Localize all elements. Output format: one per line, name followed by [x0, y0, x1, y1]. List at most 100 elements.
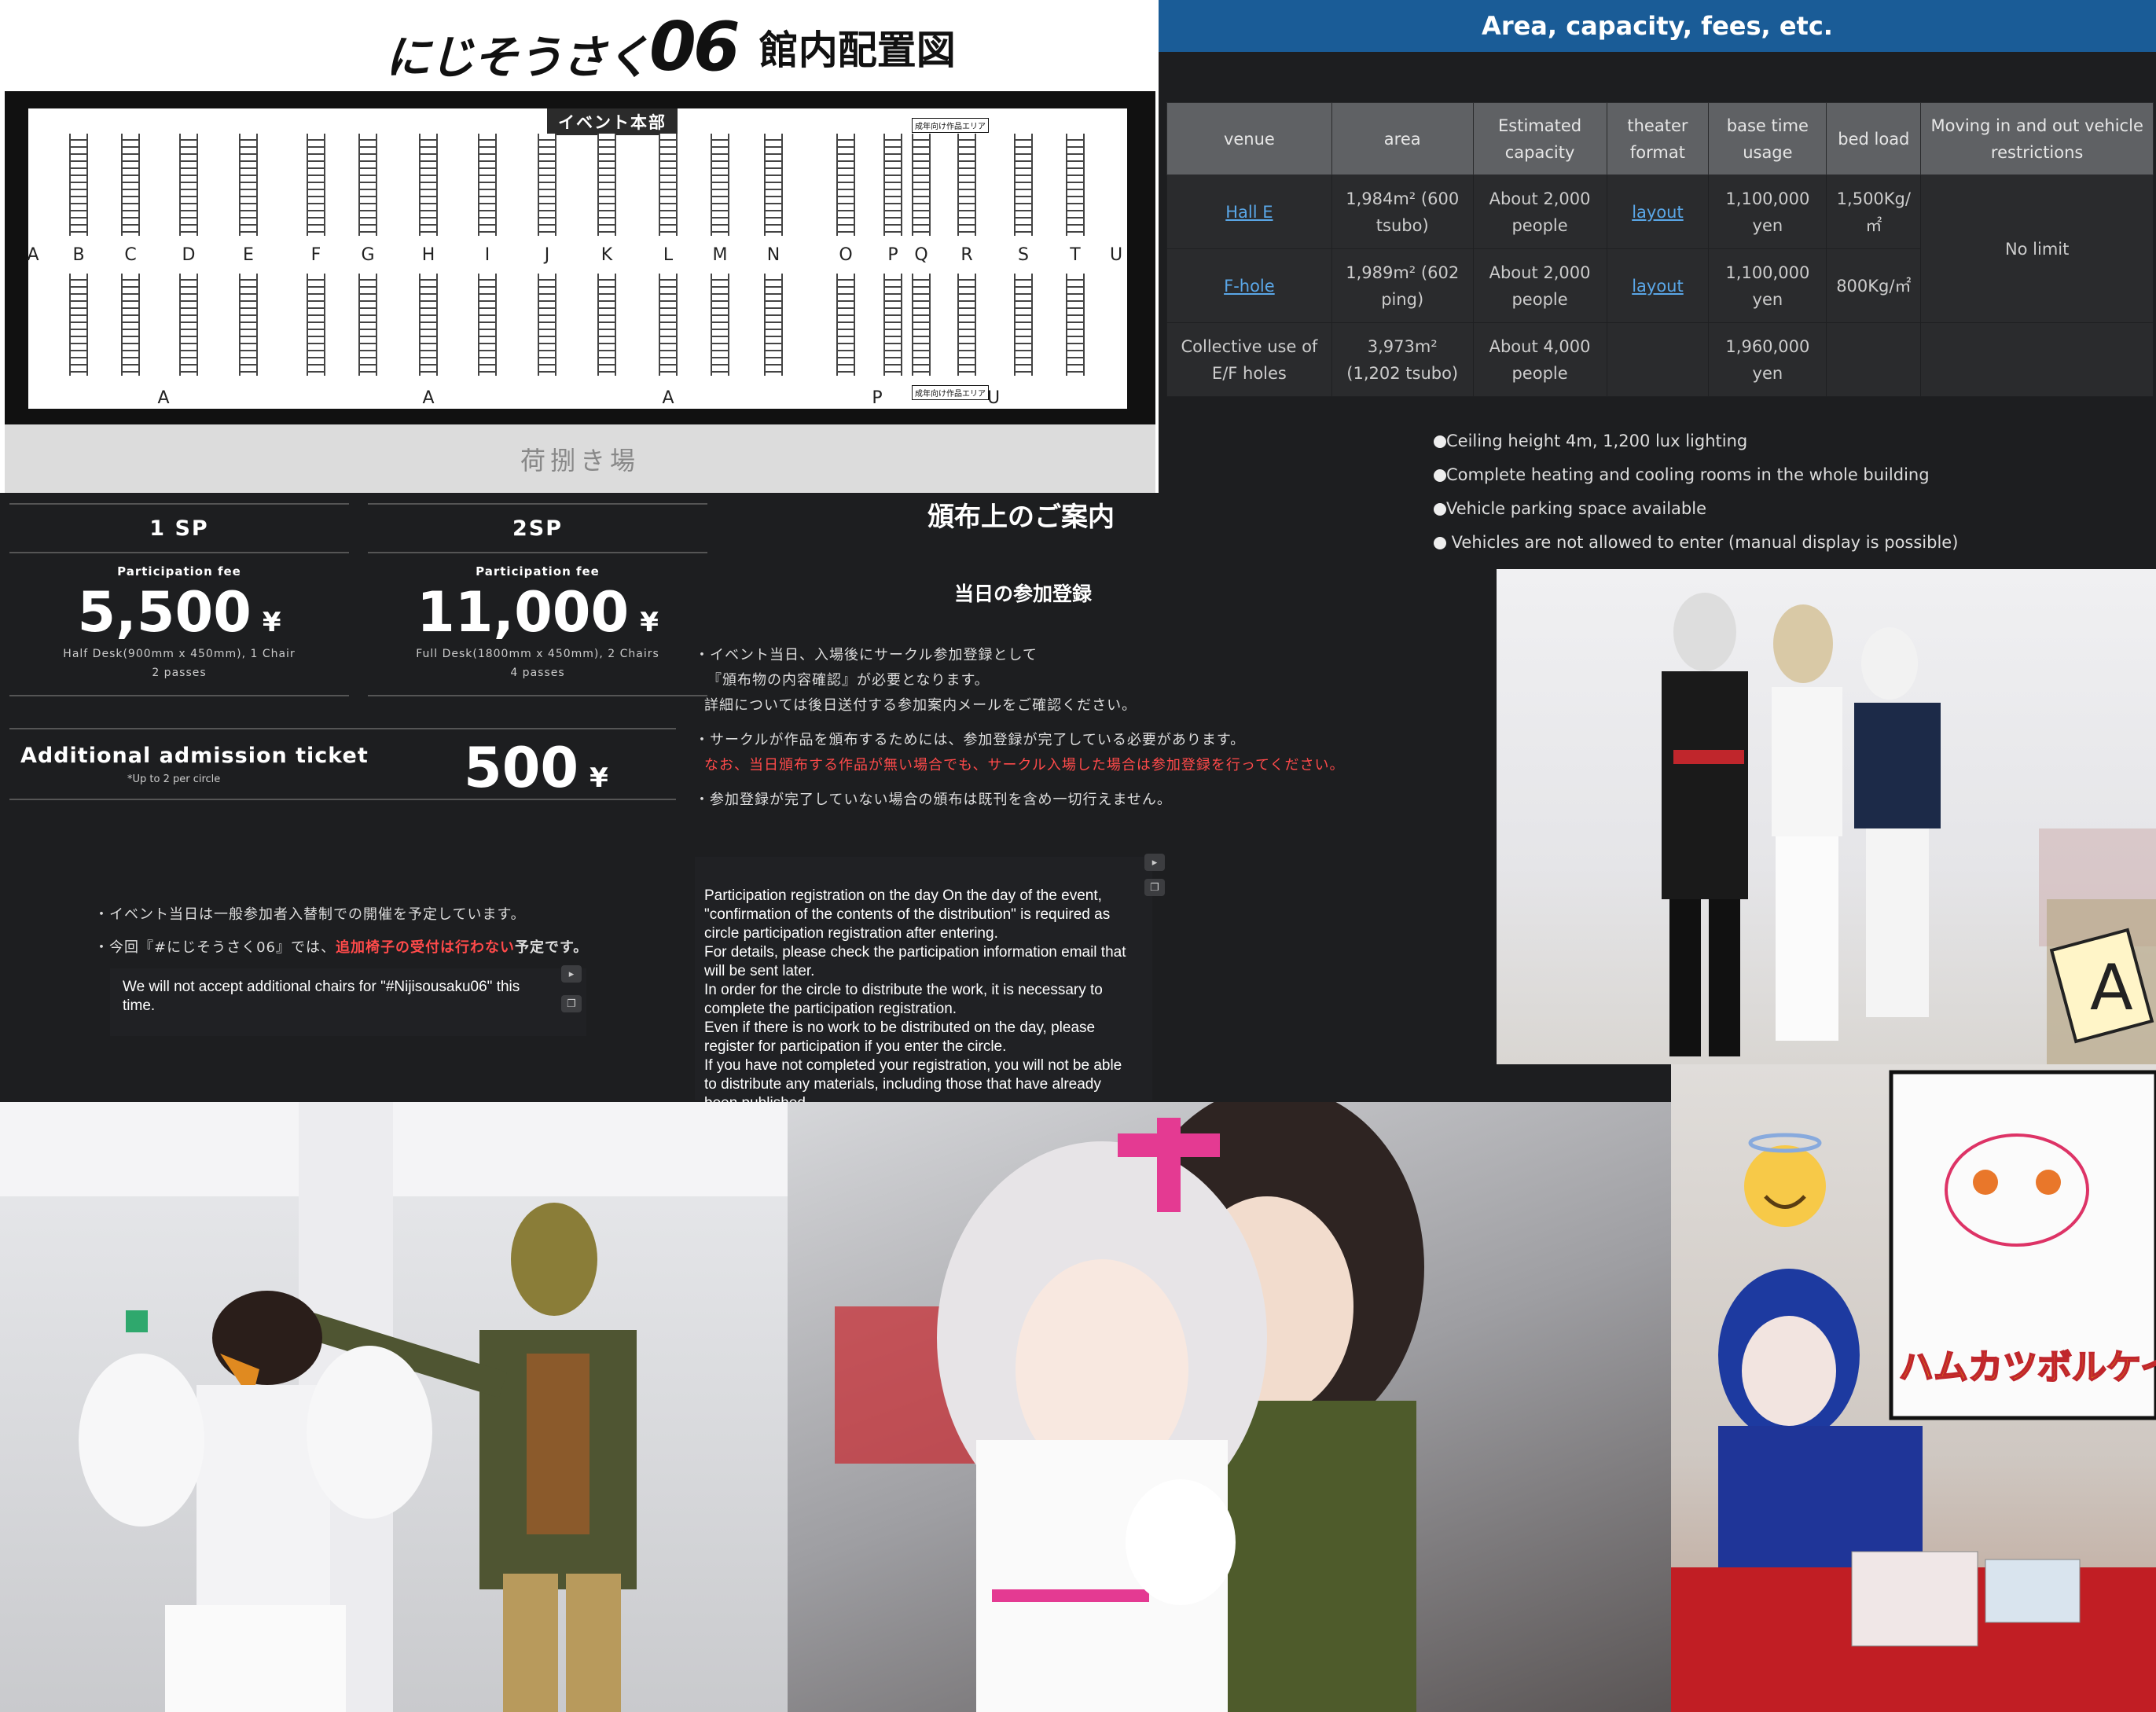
desk-block [659, 274, 678, 376]
desk-block [307, 274, 325, 376]
column-letter-e: E [243, 245, 254, 265]
column-letter-s: S [1018, 245, 1029, 265]
booth-sign-illustration: ハムカツボルケイノ [1671, 1070, 2156, 1712]
column-letter-m: M [712, 245, 728, 265]
desk-block [478, 274, 497, 376]
plan-passes: 4 passes [510, 667, 565, 679]
column-letter-o: O [839, 245, 853, 265]
desk-block [478, 134, 497, 236]
area-section-header: Area, capacity, fees, etc. [1159, 0, 2156, 52]
bottom-letters: AAAPU [0, 388, 1159, 412]
desk-block [538, 274, 556, 376]
guide-line: 『頒布物の内容確認』が必要となります。 [707, 672, 990, 689]
desk-block [358, 274, 377, 376]
cell-load: 800Kg/㎡ [1826, 248, 1922, 323]
column-letter-k: K [601, 245, 613, 265]
photo-booth-sign: ハムカツボルケイノ [1671, 1064, 2156, 1712]
plan-2sp: 2SP Participation fee 11,000 ¥ Full Desk(… [368, 503, 707, 696]
column-letter-r: R [960, 245, 973, 265]
photo-cosplay-nurse [788, 1102, 1671, 1712]
desk-block [597, 134, 616, 236]
cell-capacity: About 2,000 people [1472, 175, 1607, 249]
cell-fee: 1,100,000 yen [1708, 175, 1827, 249]
cell-load: 1,500Kg/㎡ [1826, 175, 1922, 249]
guide-line: ・参加登録が完了していない場合の頒布は既刊を含め一切行えません。 [695, 792, 1172, 808]
guide-title: 頒布上のご案内 [927, 501, 1115, 533]
desk-block [69, 134, 88, 236]
list-item: Ceiling height 4m, 1,200 lux lighting [1434, 424, 1958, 458]
layout-link-f-hole[interactable]: layout [1632, 277, 1684, 296]
column-letter-f: F [310, 245, 321, 265]
desk-block [764, 134, 783, 236]
table-header-row: venue area Estimated capacity theater fo… [1166, 102, 2154, 175]
col-restriction: Moving in and out vehicle restrictions [1920, 102, 2154, 175]
plan-name: 1 SP [9, 503, 349, 553]
additional-ticket-price: 500 ¥ [464, 736, 608, 800]
speaker-icon[interactable]: ▸ [1144, 854, 1165, 871]
translation-text: We will not accept additional chairs for… [123, 979, 520, 1014]
photo-cosplay-trio: A [1497, 569, 2156, 1064]
desk-block [912, 134, 931, 236]
cosplay-trio-illustration: A [1662, 593, 2156, 1064]
col-format: theater format [1606, 102, 1710, 175]
desk-block [957, 134, 976, 236]
guide-line: 詳細については後日送付する参加案内メールをご確認ください。 [704, 697, 1137, 714]
cell-venue: Collective use of E/F holes [1166, 322, 1332, 397]
column-letter-a: A [27, 245, 39, 265]
column-letter-h: H [421, 245, 435, 265]
unloading-area: 荷捌き場 [5, 424, 1155, 493]
desk-block [764, 274, 783, 376]
copy-icon[interactable]: ❐ [1144, 879, 1165, 896]
venue-link-hall-e[interactable]: Hall E [1225, 203, 1273, 222]
table-row: Collective use of E/F holes 3,973m² (1,2… [1166, 322, 2154, 397]
column-letter-b: B [72, 245, 85, 265]
yen-sign: ¥ [262, 607, 281, 638]
exit-sign [126, 1310, 148, 1332]
desk-block [239, 134, 258, 236]
column-letter-q: Q [914, 245, 928, 265]
desk-block [239, 274, 258, 376]
cosplay-nurse-illustration [835, 1102, 1424, 1712]
plan-label: Participation fee [117, 564, 241, 579]
bullet-dot-icon [1434, 469, 1446, 482]
plan-name: 2SP [368, 503, 707, 553]
translation-popup-guide: Participation registration on the day On… [695, 854, 1165, 1111]
speaker-icon[interactable]: ▸ [561, 965, 582, 983]
layout-link-hall-e[interactable]: layout [1632, 203, 1684, 222]
photo-cosplay-pair [0, 1102, 788, 1712]
desk-block [419, 274, 438, 376]
guide-subtitle: 当日の参加登録 [954, 582, 1093, 605]
col-capacity: Estimated capacity [1472, 102, 1607, 175]
sign-text: ハムカツボルケイノ [1899, 1347, 2156, 1387]
desk-block [711, 134, 729, 236]
floor-map: にじそうさく 06 館内配置図 イベント本部 成年向け作品エリア 成年向け作品エ… [0, 0, 1159, 493]
column-letter-n: N [766, 245, 780, 265]
cosplay-pair-illustration [0, 1102, 788, 1712]
bullet-dot-icon [1434, 537, 1446, 549]
cell-format [1606, 322, 1710, 397]
desk-block [659, 134, 678, 236]
facility-bullets: Ceiling height 4m, 1,200 lux lighting Co… [1434, 424, 1958, 560]
additional-ticket-note: *Up to 2 per circle [127, 773, 221, 785]
venue-link-f-hole[interactable]: F-hole [1224, 277, 1275, 296]
column-letter-c: C [124, 245, 137, 265]
desk-block [538, 134, 556, 236]
desk-block [836, 134, 855, 236]
table-row: Hall E 1,984m² (600 tsubo) About 2,000 p… [1166, 175, 2154, 323]
plan-desc: Half Desk(900mm x 450mm), 1 Chair [63, 648, 296, 660]
desk-block [836, 274, 855, 376]
list-item: Complete heating and cooling rooms in th… [1434, 458, 1958, 492]
plan-price: 11,000 ¥ [417, 580, 659, 645]
guide-line: ・サークルが作品を頒布するためには、参加登録が完了している必要があります。 [695, 732, 1246, 748]
smiley-sticker [1744, 1145, 1826, 1227]
copy-icon[interactable]: ❐ [561, 995, 582, 1012]
yen-sign: ¥ [590, 762, 608, 794]
desk-block [69, 274, 88, 376]
cell-load [1826, 322, 1922, 397]
desk-block [419, 134, 438, 236]
desk-block [1014, 274, 1033, 376]
popup-actions: ▸ ❐ [1144, 854, 1165, 896]
additional-ticket: Additional admission ticket *Up to 2 per… [9, 728, 676, 800]
desk-block [1066, 134, 1085, 236]
popup-actions: ▸ ❐ [561, 965, 582, 1012]
